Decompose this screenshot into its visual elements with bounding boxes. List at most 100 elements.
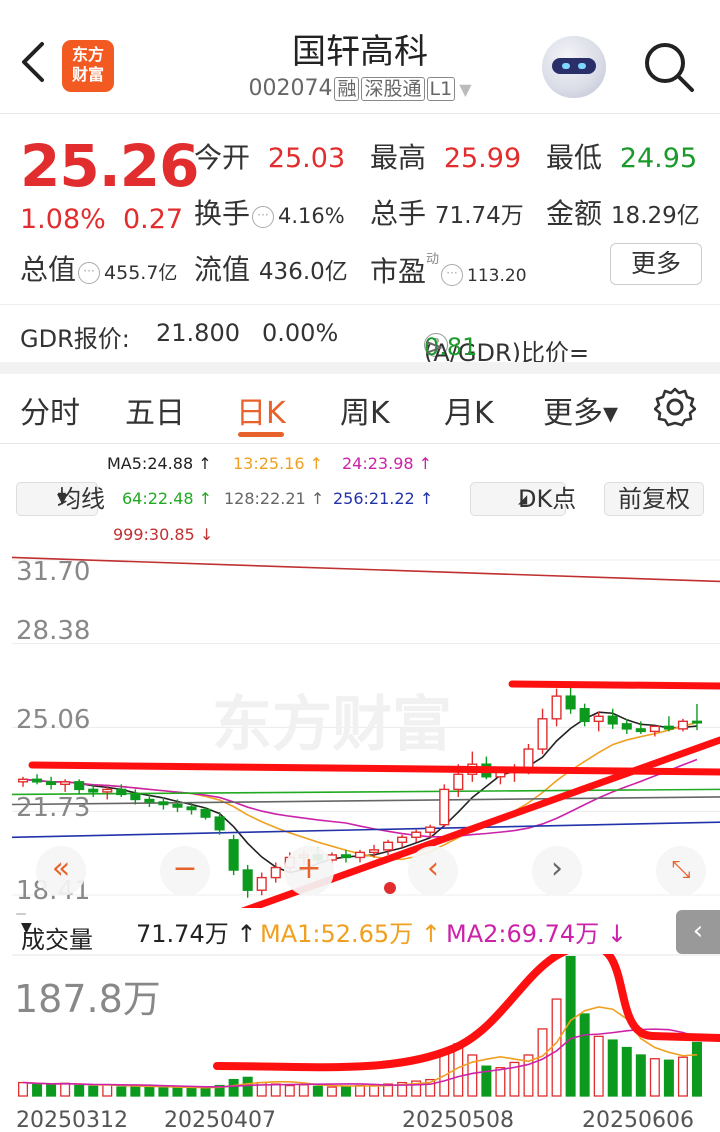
chevron-right-icon: >: [424, 333, 445, 361]
tab-five-day[interactable]: 五日: [125, 388, 185, 432]
volume-bar: [312, 1085, 323, 1097]
candle-body: [46, 781, 57, 786]
search-icon[interactable]: [640, 38, 698, 96]
volume-bar: [144, 1086, 155, 1097]
tag-connect: 深股通: [361, 77, 425, 101]
candle-body: [663, 725, 674, 730]
candle-body: [425, 826, 436, 833]
volume-bar: [172, 1086, 183, 1097]
date-tick-1: 20250407: [164, 1108, 276, 1132]
tag-margin: 融: [334, 77, 360, 101]
tab-intraday[interactable]: 分时: [20, 388, 80, 432]
corner-caret-icon: ◢: [518, 492, 528, 506]
volume-bar: [74, 1084, 85, 1097]
volume-cell: 总手 71.74万: [370, 192, 524, 232]
volume-bar: [607, 1039, 618, 1097]
step-left-icon[interactable]: ‹: [408, 846, 458, 896]
low-cell: 最低 24.95: [546, 136, 697, 176]
candle-body: [144, 798, 155, 803]
mcap-cell[interactable]: 总值 ··· 455.7亿: [20, 248, 177, 288]
candle-body: [130, 793, 141, 801]
avatar-visor: [552, 58, 596, 74]
candle-body: [593, 715, 604, 723]
fullscreen-icon[interactable]: ⤡: [656, 846, 706, 896]
gdr-row[interactable]: GDR报价: 21.800 0.00% ? (A/GDR)比价= 0.81 >: [0, 304, 720, 367]
candle-body: [453, 773, 464, 791]
volume-value: 71.74万: [434, 203, 524, 229]
vol-ma1-label: MA1:52.65万 ↑: [260, 920, 441, 948]
more-button[interactable]: 更多: [610, 243, 702, 285]
candle-body: [88, 788, 99, 793]
candle-body: [621, 723, 632, 730]
candle-body: [411, 831, 422, 838]
y-tick-2: 25.06: [16, 705, 91, 735]
change-abs: 0.27: [122, 204, 184, 235]
volume-bar: [60, 1082, 71, 1097]
pe-cell[interactable]: 市盈动··· 113.20: [370, 248, 527, 290]
volume-max-label: 187.8万: [14, 977, 161, 1021]
robot-avatar[interactable]: [542, 36, 606, 98]
gdr-pct: 0.00%: [262, 319, 339, 347]
candle-body: [354, 851, 366, 859]
indicator-select-button[interactable]: 成交量 ▼: [16, 913, 93, 954]
date-tick-3: 20250606: [582, 1108, 694, 1132]
zoom-out-icon[interactable]: −: [160, 846, 210, 896]
info-icon[interactable]: ···: [78, 262, 101, 284]
vol-ma2-label: MA2:69.74万 ↓: [446, 920, 627, 948]
volume-bar: [270, 1083, 281, 1097]
zoom-in-icon[interactable]: +: [284, 846, 334, 896]
tab-monthly-k[interactable]: 月K: [444, 388, 494, 432]
volume-bar: [663, 1059, 674, 1097]
ma128-label: 128:22.21 ↑: [224, 489, 325, 508]
collapse-panel-icon[interactable]: ‹: [676, 910, 720, 954]
mcap-label: 总值: [20, 253, 77, 286]
tag-level: L1: [426, 77, 456, 101]
tab-more[interactable]: 更多▾: [543, 388, 618, 432]
dropdown-caret-icon[interactable]: ▼: [459, 80, 471, 99]
ma-select-button[interactable]: 均线 ▼: [16, 482, 105, 516]
candle-body: [523, 748, 534, 770]
price-adjust-button[interactable]: 前复权: [604, 482, 704, 516]
volume-bar: [340, 1085, 351, 1097]
high-cell: 最高 25.99: [370, 136, 521, 176]
volume-bar: [649, 1058, 660, 1097]
price-change: 1.08% 0.27: [20, 204, 183, 235]
gear-icon[interactable]: [654, 386, 696, 428]
candle-body: [200, 808, 211, 818]
candle-body: [228, 839, 239, 871]
info-icon[interactable]: ···: [441, 264, 464, 286]
volume-label: 总手: [370, 197, 427, 230]
dk-point-button[interactable]: DK点 ◢: [470, 482, 576, 516]
candle-body: [158, 801, 169, 806]
candle-body: [607, 715, 618, 725]
tab-daily-k[interactable]: 日K: [236, 388, 286, 432]
float-label: 流值: [194, 253, 251, 286]
ma13-label: 13:25.16 ↑: [233, 454, 324, 473]
amount-cell: 金额 18.29亿: [546, 192, 700, 232]
tab-weekly-k[interactable]: 周K: [340, 388, 390, 432]
candle-body: [635, 728, 646, 733]
info-icon[interactable]: ···: [252, 206, 275, 228]
volume-bar: [354, 1084, 366, 1097]
rewind-icon[interactable]: «: [36, 846, 86, 896]
volume-bar: [242, 1076, 253, 1097]
y-tick-3: 21.73: [16, 793, 91, 823]
candle-body: [368, 849, 380, 854]
pe-label: 市盈: [370, 255, 427, 288]
date-tick-2: 20250508: [402, 1108, 514, 1132]
dropdown-caret-icon: ▼: [57, 491, 68, 507]
quote-panel: 25.26 1.08% 0.27 今开 25.03 最高 25.99 最低 24…: [0, 114, 720, 304]
turnover-cell[interactable]: 换手 ··· 4.16%: [194, 192, 345, 232]
candle-body: [242, 869, 253, 891]
turnover-value: 4.16%: [278, 204, 345, 228]
ma5-label: MA5:24.88 ↑: [107, 454, 212, 473]
step-right-icon[interactable]: ›: [532, 846, 582, 896]
stock-code-line[interactable]: 002074 融深股通 L1 ▼: [0, 76, 720, 101]
candle-body: [60, 781, 71, 786]
candle-body: [537, 718, 548, 750]
ma256-line: [12, 821, 720, 839]
kline-chart[interactable]: 东方财富: [12, 550, 720, 908]
volume-bar: [88, 1085, 99, 1097]
open-label: 今开: [194, 141, 251, 174]
period-tabs: 分时 五日 日K 周K 月K 更多▾: [0, 374, 720, 444]
